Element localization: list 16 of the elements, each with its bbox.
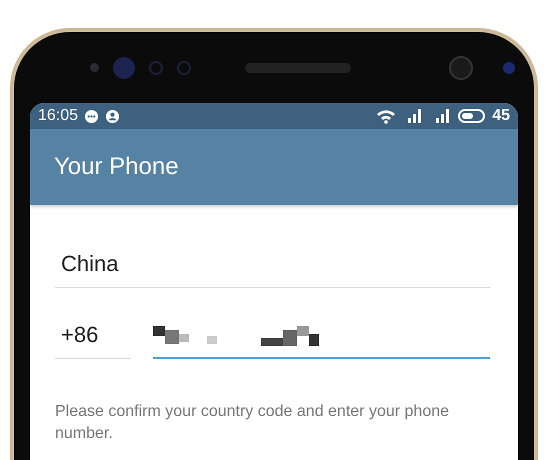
country-field[interactable]: China [55,247,490,288]
instruction-text: Please confirm your country code and enter your phone number. [55,402,450,444]
person-icon [105,108,120,124]
battery-icon [458,108,486,124]
country-code-field[interactable]: +86 [55,318,131,359]
chat-icon [84,108,100,124]
status-time: 16:05 [38,107,78,125]
battery-level: 45 [492,107,510,125]
camera-icon [449,56,473,80]
screen-title: Your Phone [54,153,179,181]
lens-icon [113,56,135,78]
sensor-icon [90,63,99,72]
lens-icon [503,62,515,74]
wifi-icon [376,108,396,124]
sensor-icon [149,60,163,74]
sensor-icon [177,60,191,74]
